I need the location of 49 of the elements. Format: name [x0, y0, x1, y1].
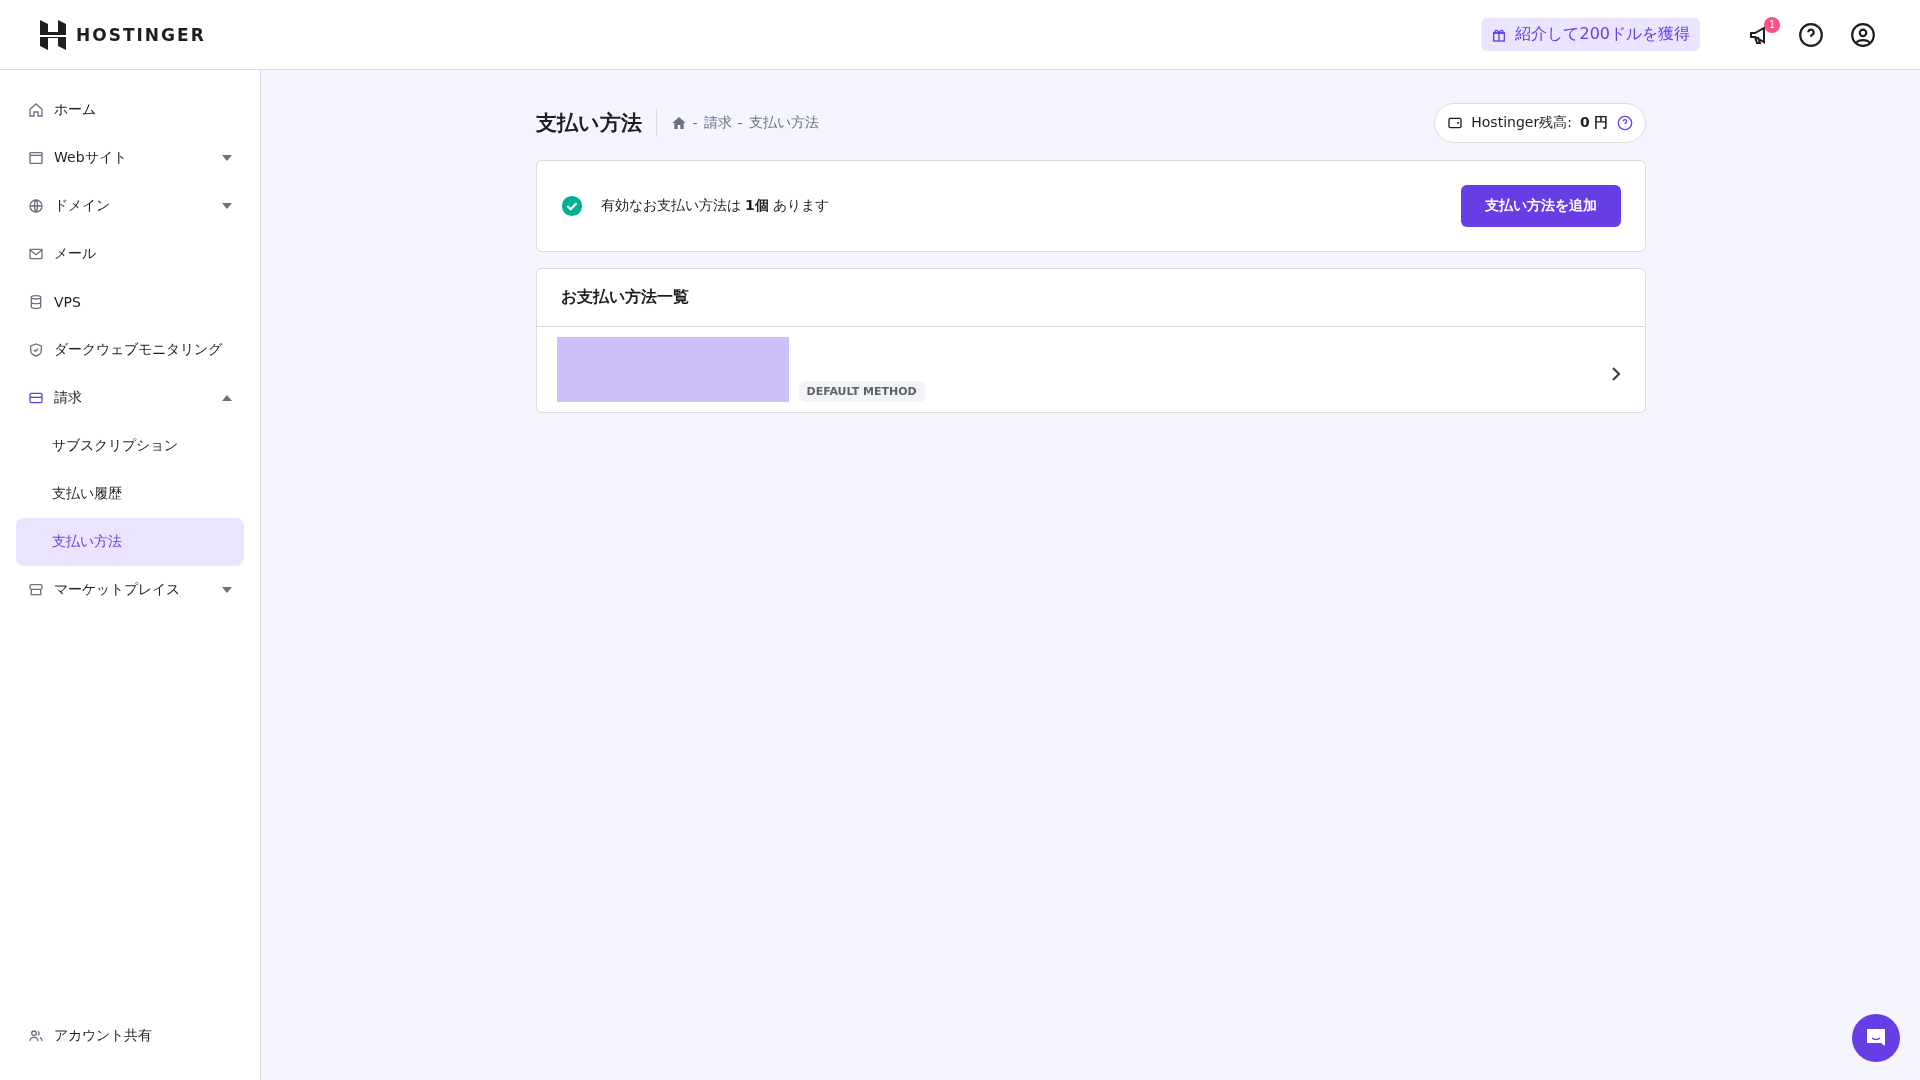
- payment-method-row[interactable]: DEFAULT METHOD: [536, 327, 1645, 412]
- default-method-tag: DEFAULT METHOD: [798, 381, 925, 402]
- home-icon: [28, 102, 44, 118]
- browser-window-icon: [28, 150, 44, 166]
- database-icon: [28, 294, 44, 310]
- shield-check-icon: [28, 342, 44, 358]
- sidebar-item[interactable]: マーケットプレイス: [16, 566, 244, 614]
- help-icon[interactable]: [1616, 115, 1633, 131]
- home-icon[interactable]: [670, 115, 687, 131]
- users-icon: [28, 1028, 44, 1044]
- breadcrumb-separator: -: [692, 115, 698, 131]
- sidebar-subitem[interactable]: 支払い履歴: [16, 470, 244, 518]
- chevron-right-icon: [1610, 366, 1621, 382]
- caret-icon: [222, 395, 232, 401]
- sidebar-item[interactable]: ホーム: [16, 86, 244, 134]
- globe-icon: [28, 198, 44, 214]
- help-icon: [1798, 21, 1824, 48]
- storefront-icon: [28, 582, 44, 598]
- list-title: お支払い方法一覧: [536, 269, 1645, 327]
- breadcrumb-separator: -: [737, 115, 743, 131]
- sidebar-item[interactable]: ドメイン: [16, 182, 244, 230]
- sidebar-item[interactable]: 請求: [16, 374, 244, 422]
- referral-button[interactable]: 紹介して200ドルを獲得: [1481, 18, 1700, 51]
- balance-value: 0 円: [1579, 114, 1609, 132]
- chat-button[interactable]: [1852, 1014, 1900, 1062]
- caret-icon: [222, 203, 232, 209]
- add-payment-method-button[interactable]: 支払い方法を追加: [1460, 185, 1621, 227]
- check-circle-icon: [560, 195, 583, 217]
- balance-label: Hostinger残高:: [1471, 114, 1572, 132]
- status-message: 有効なお支払い方法は 1個 あります: [600, 197, 830, 215]
- caret-icon: [222, 587, 232, 593]
- wallet-icon: [1447, 115, 1464, 131]
- notification-badge: 1: [1764, 16, 1780, 33]
- sidebar-item[interactable]: メール: [16, 230, 244, 278]
- sidebar-item[interactable]: Webサイト: [16, 134, 244, 182]
- sidebar-subitem[interactable]: 支払い方法: [16, 518, 244, 566]
- page-title: 支払い方法: [535, 109, 657, 137]
- user-icon: [1850, 21, 1876, 48]
- logo-icon: [40, 19, 66, 50]
- credit-card-icon: [28, 390, 44, 406]
- envelope-icon: [28, 246, 44, 262]
- breadcrumb-link[interactable]: 支払い方法: [748, 114, 819, 132]
- caret-icon: [222, 155, 232, 161]
- sidebar-item[interactable]: VPS: [16, 278, 244, 326]
- logo-text: HOSTINGER: [76, 24, 206, 45]
- account-sharing-item[interactable]: アカウント共有: [16, 1012, 244, 1060]
- sidebar-subitem[interactable]: サブスクリプション: [16, 422, 244, 470]
- breadcrumb-link[interactable]: 請求: [703, 114, 732, 132]
- sidebar-item[interactable]: ダークウェブモニタリング: [16, 326, 244, 374]
